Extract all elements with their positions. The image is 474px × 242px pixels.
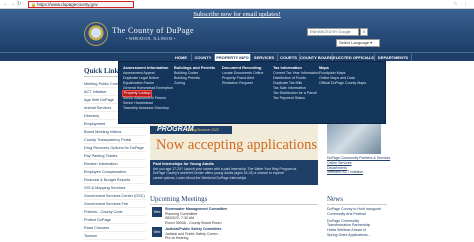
program-season: Spring/Summer 2022 xyxy=(186,127,220,132)
dropdown-column: Tax Information Current Tax Year Informat… xyxy=(273,65,319,101)
news-list: DuPage County to Hold Inaugural Communit… xyxy=(327,207,387,238)
quick-link-item[interactable]: Election Information xyxy=(84,160,146,168)
quick-link-item[interactable]: Drug Recovery Options for DuPage xyxy=(84,144,146,152)
program-banner[interactable]: PROGRAM Spring/Summer 2022 Now accepting… xyxy=(150,124,318,160)
dropdown-column: Assessment Information Assessment Appeal D… xyxy=(121,65,173,111)
nav-county[interactable]: COUNTY xyxy=(192,54,215,61)
feature-photo[interactable] xyxy=(327,124,381,154)
news-heading: News xyxy=(327,195,343,203)
dropdown-item[interactable]: Senior Homestead xyxy=(123,101,153,105)
dropdown-row: Tax Payment Status xyxy=(273,96,319,101)
dropdown-item[interactable]: Assessment Appeal xyxy=(123,71,155,75)
dropdown-item[interactable]: Duplicate Legal Notice xyxy=(123,76,159,80)
dropdown-item[interactable]: Duplicate Tax Bills xyxy=(273,81,302,85)
language-select[interactable]: Select Language ▾ xyxy=(336,39,380,47)
news-item[interactable]: Spring Grant Applications... xyxy=(327,233,387,238)
lock-icon: 🔒 xyxy=(31,2,36,7)
dropdown-item[interactable]: Property Fraud Alert xyxy=(222,76,254,80)
dropdown-column: Buildings and Permits Building Codes Build… xyxy=(174,65,215,86)
dropdown-item[interactable]: Tax Payment Status xyxy=(273,96,305,100)
browser-toolbar: ← → ↻ 🔒 https://www.dupagecounty.gov ☆ ⋮ xyxy=(0,0,474,9)
dropdown-item[interactable]: Township Assessor Directory xyxy=(123,106,169,110)
dropdown-item[interactable]: Current Tax Year Information xyxy=(273,71,319,75)
quick-link-item[interactable]: Pay Parking Tickets xyxy=(84,152,146,160)
dropdown-row: Redaction Request xyxy=(222,81,263,86)
dropdown-column: Maps Floodplain Maps Online Maps and Data O… xyxy=(319,65,366,86)
dropdown-row: Township Assessor Directory xyxy=(123,106,173,111)
dropdown-item[interactable]: Official DuPage County Maps xyxy=(319,81,366,85)
divider xyxy=(327,204,387,205)
quick-link-item[interactable]: Protect DuPage xyxy=(84,216,146,224)
internship-line: career options. Learn About the Weekend … xyxy=(153,175,247,180)
quick-link-item[interactable]: Government Services Center (GSC) xyxy=(84,192,146,200)
dropdown-column: Document Recording Locate Documents Onlin… xyxy=(222,65,263,86)
news-item[interactable]: Community Arts Festival xyxy=(327,212,387,217)
nav-services[interactable]: SERVICES xyxy=(251,54,278,61)
dropdown-item[interactable]: Zoning xyxy=(174,81,185,85)
quick-link-item[interactable]: Financial & Budget Reports xyxy=(84,176,146,184)
right-links-list: DuPage Community Partners & Services Onl… xyxy=(327,156,390,175)
upcoming-meetings-heading: Upcoming Meetings xyxy=(150,195,208,203)
meeting-date-badge: Wed xyxy=(152,207,162,217)
address-bar[interactable]: 🔒 https://www.dupagecounty.gov xyxy=(28,1,134,8)
quick-link-item[interactable]: GIS & Mapping Services xyxy=(84,184,146,192)
quick-link-item[interactable]: Government Services Fee xyxy=(84,200,146,208)
dropdown-item[interactable]: Equalization Factor xyxy=(123,81,154,85)
quick-link-item[interactable]: Policies - County Code xyxy=(84,208,146,216)
nav-home[interactable]: HOME xyxy=(171,54,192,61)
dropdown-item[interactable]: Senior Assessment Freeze xyxy=(123,96,166,100)
internship-feature[interactable]: Paid Internships for Young Adults Are yo… xyxy=(150,160,318,185)
quick-link-item[interactable]: Road Closures xyxy=(84,224,146,232)
meeting-item[interactable]: Wed Stormwater Management Committee Plan… xyxy=(152,207,318,225)
dropdown-item[interactable]: General Homestead Exemption xyxy=(123,86,173,90)
property-info-dropdown: Assessment Information Assessment Appeal D… xyxy=(118,61,386,124)
nav-elected-officials[interactable]: ELECTED OFFICIALS xyxy=(333,54,375,61)
meeting-item[interactable]: Wed Judicial/Public Safety Committee Jud… xyxy=(152,227,318,241)
county-subtitle: • WHEATON, ILLINOIS • xyxy=(126,36,176,41)
meeting-detail: Pre-to Hearing xyxy=(165,236,189,241)
address-bar-url: https://www.dupagecounty.gov xyxy=(37,2,98,7)
dropdown-row: Zoning xyxy=(174,81,215,86)
dropdown-row: Official DuPage County Maps xyxy=(319,81,366,86)
quick-link-item[interactable]: County Transparency Portal xyxy=(84,136,146,144)
dropdown-item[interactable]: Floodplain Maps xyxy=(319,71,345,75)
dropdown-item[interactable]: Distribution of Funds xyxy=(273,76,306,80)
nav-departments[interactable]: DEPARTMENTS xyxy=(375,54,412,61)
site-header: Subscribe now for email updates! The Cou… xyxy=(0,9,474,52)
right-link[interactable]: Veterans' ACT Initiative xyxy=(327,170,387,175)
nav-courts[interactable]: COURTS xyxy=(278,54,300,61)
county-title[interactable]: The County of DuPage xyxy=(112,26,194,35)
meeting-date-badge: Wed xyxy=(152,227,162,237)
quick-link-item[interactable]: Employee Compensation xyxy=(84,168,146,176)
dropdown-item[interactable]: Tax Distribution for a Parcel xyxy=(273,91,317,95)
main-navigation: HOME COUNTY PROPERTY INFO SERVICES COURTS COU… xyxy=(0,52,474,61)
browser-menu-icons[interactable]: ☆ ⋮ xyxy=(453,1,470,8)
back-icon[interactable]: ← xyxy=(3,1,8,8)
dropdown-item[interactable]: Tax Sale Information xyxy=(273,86,306,90)
search-icon[interactable]: ⌕ xyxy=(360,28,368,36)
dropdown-item[interactable]: Building Codes xyxy=(174,71,198,75)
headline: Now accepting applications! xyxy=(156,137,318,153)
search-input[interactable]: ENHANCED BY Google xyxy=(307,28,359,36)
nav-county-board[interactable]: COUNTY BOARD xyxy=(300,54,333,61)
divider xyxy=(150,204,318,205)
quick-link-item[interactable]: Board Meeting Videos xyxy=(84,128,146,136)
meeting-detail: Room 3500A - County Board Room xyxy=(165,220,222,225)
nav-property-info[interactable]: PROPERTY INFO xyxy=(215,54,251,61)
forward-icon[interactable]: → xyxy=(10,1,15,8)
quick-link-item[interactable]: Tourism xyxy=(84,232,146,240)
dropdown-item[interactable]: Locate Documents Online xyxy=(222,71,263,75)
dropdown-item[interactable]: Online Maps and Data xyxy=(319,76,355,80)
subscribe-link[interactable]: Subscribe now for email updates! xyxy=(0,11,474,18)
dropdown-item[interactable]: Building Permits xyxy=(174,76,200,80)
reload-icon[interactable]: ↻ xyxy=(17,1,21,8)
dropdown-item[interactable]: Redaction Request xyxy=(222,81,253,85)
county-seal-logo[interactable] xyxy=(84,22,108,46)
